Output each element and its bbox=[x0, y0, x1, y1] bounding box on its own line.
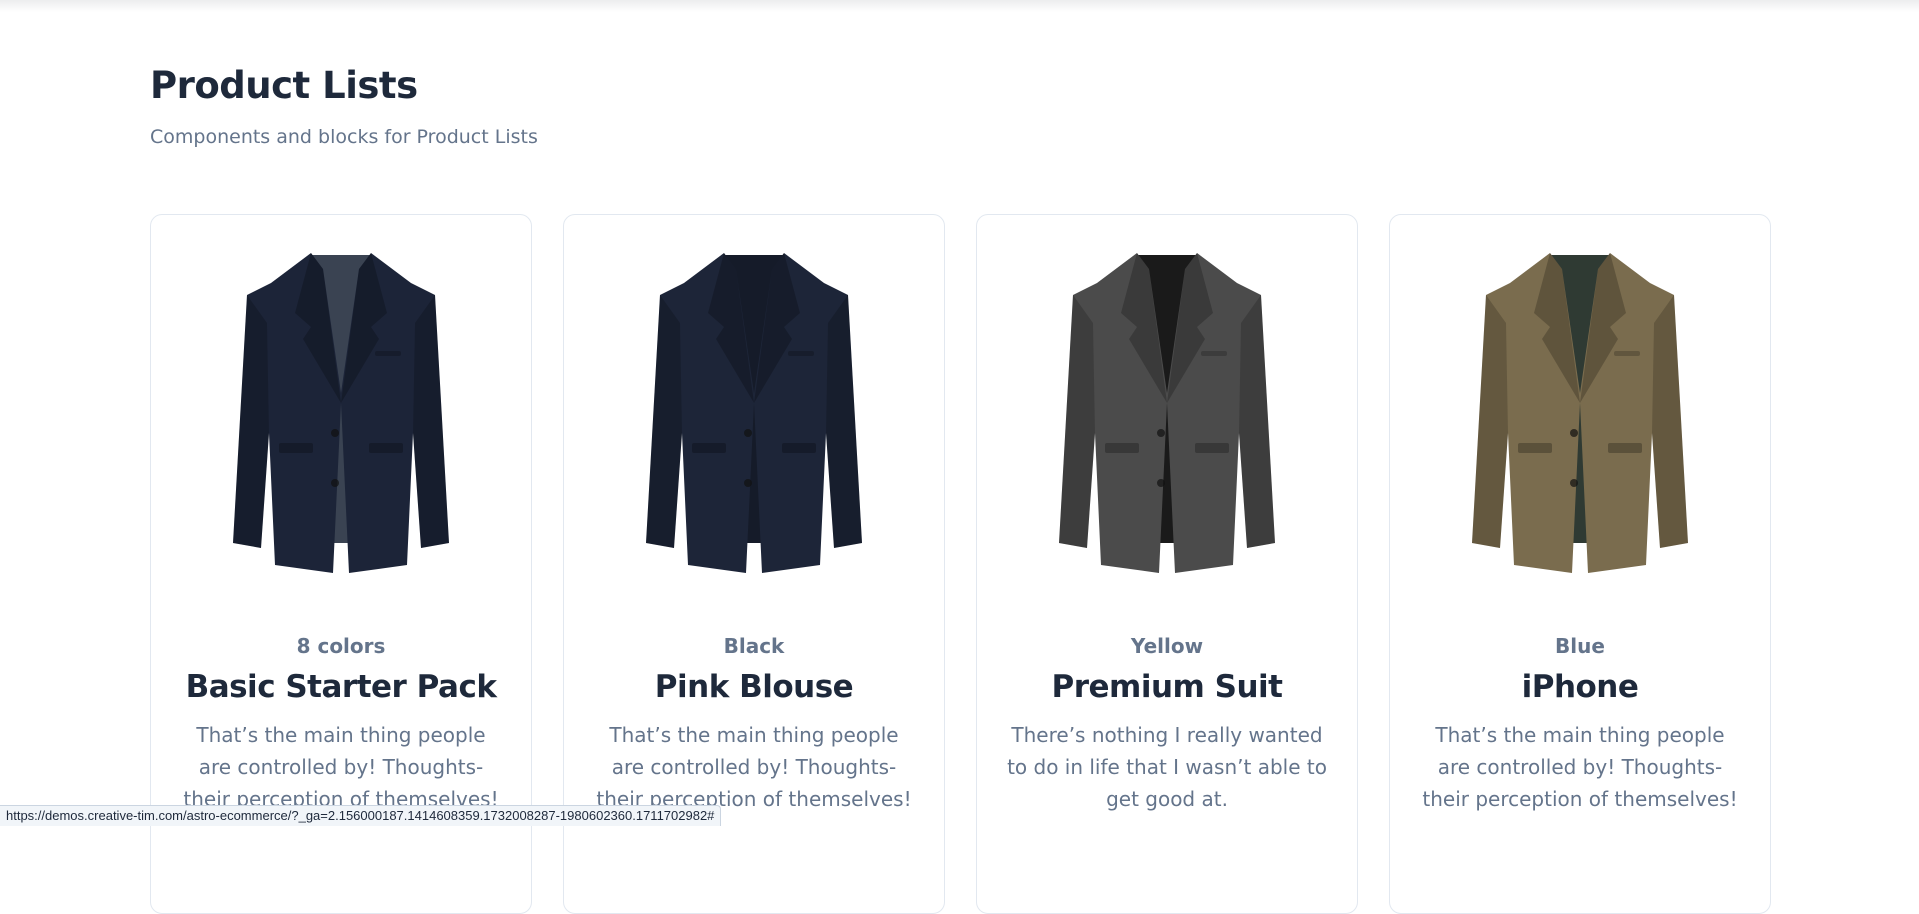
page-subtitle: Components and blocks for Product Lists bbox=[150, 124, 1770, 150]
product-colors: Yellow bbox=[977, 633, 1357, 659]
product-image-navy-suit-jacket[interactable] bbox=[211, 243, 471, 583]
product-colors: 8 colors bbox=[151, 633, 531, 659]
product-colors: Black bbox=[564, 633, 944, 659]
browser-status-url: https://demos.creative-tim.com/astro-eco… bbox=[0, 805, 721, 826]
section-header: Product Lists Components and blocks for … bbox=[150, 62, 1770, 150]
page-title: Product Lists bbox=[150, 62, 1770, 110]
product-description: That’s the main thing people are control… bbox=[1420, 719, 1740, 815]
top-nav-shadow bbox=[0, 0, 1919, 12]
product-title[interactable]: Premium Suit bbox=[977, 667, 1357, 707]
product-colors: Blue bbox=[1390, 633, 1770, 659]
product-description: There’s nothing I really wanted to do in… bbox=[1007, 719, 1327, 815]
product-description: That’s the main thing people are control… bbox=[594, 719, 914, 815]
product-image-olive-suit-jacket[interactable] bbox=[1450, 243, 1710, 583]
product-title[interactable]: Basic Starter Pack bbox=[151, 667, 531, 707]
product-description: That’s the main thing people are control… bbox=[181, 719, 501, 815]
product-title[interactable]: Pink Blouse bbox=[564, 667, 944, 707]
product-image-grey-suit-jacket[interactable] bbox=[1037, 243, 1297, 583]
product-card[interactable]: Blue iPhone That’s the main thing people… bbox=[1389, 214, 1771, 914]
product-image-navy-blazer-gold-buttons[interactable] bbox=[624, 243, 884, 583]
product-title[interactable]: iPhone bbox=[1390, 667, 1770, 707]
product-card[interactable]: Yellow Premium Suit There’s nothing I re… bbox=[976, 214, 1358, 914]
